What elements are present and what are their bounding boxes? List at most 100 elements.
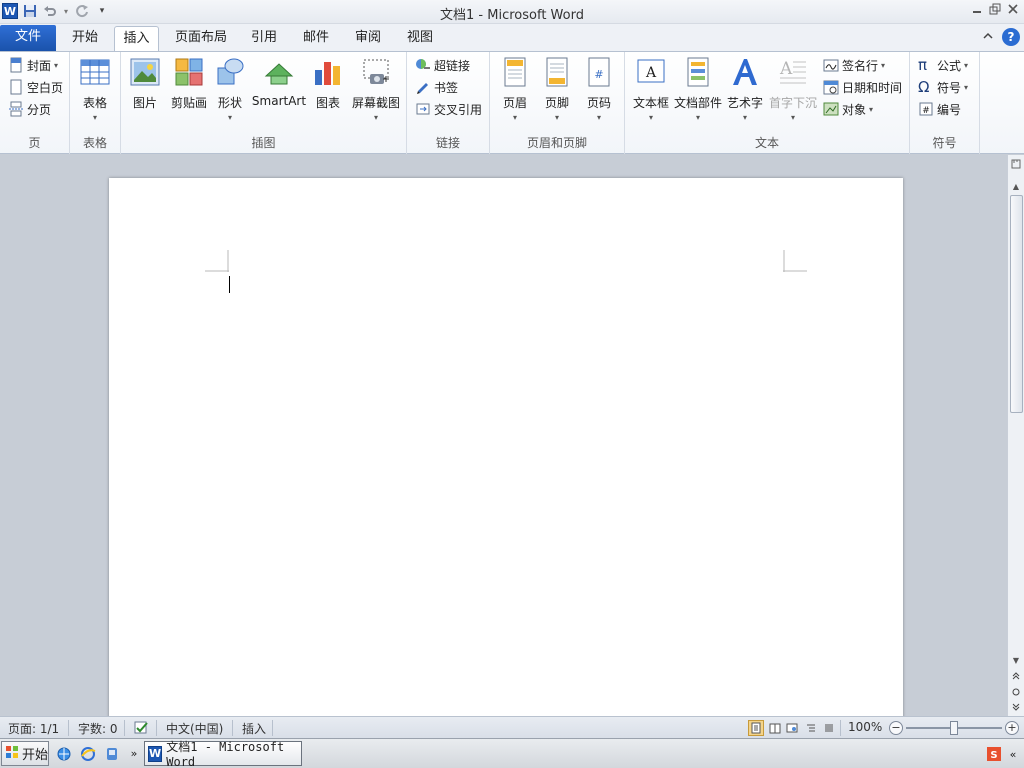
chevron-down-icon: ▾: [964, 60, 969, 70]
screenshot-button[interactable]: 屏幕截图 ▾: [350, 56, 402, 122]
drop-cap-button[interactable]: A 首字下沉 ▾: [768, 56, 818, 122]
chevron-down-icon: ▾: [512, 113, 517, 122]
minimize-icon[interactable]: [970, 2, 984, 16]
zoom-out-icon[interactable]: −: [889, 721, 903, 735]
tab-page-layout[interactable]: 页面布局: [168, 26, 234, 51]
language-indicator[interactable]: 中文(中国): [166, 720, 223, 737]
proofing-icon[interactable]: [133, 720, 149, 739]
tab-file[interactable]: 文件: [0, 25, 56, 51]
smartart-button[interactable]: SmartArt: [252, 56, 306, 108]
document-area: [0, 155, 1007, 716]
tab-view[interactable]: 视图: [400, 26, 440, 51]
ruler-toggle-icon[interactable]: [1008, 157, 1024, 171]
tabs-right-controls: ?: [982, 28, 1020, 46]
zoom-in-icon[interactable]: +: [1005, 721, 1019, 735]
quick-parts-button[interactable]: 文档部件 ▾: [673, 56, 723, 122]
scroll-thumb[interactable]: [1010, 195, 1023, 413]
word-app-icon: W: [148, 745, 163, 762]
crop-mark-top-left: [205, 250, 229, 272]
bookmark-button[interactable]: 书签: [415, 77, 458, 97]
cover-page-icon: [8, 57, 24, 73]
start-button[interactable]: 开始: [1, 741, 49, 766]
chevron-down-icon: ▾: [373, 113, 378, 122]
divider: [840, 720, 841, 736]
signature-line-button[interactable]: 签名行 ▾: [823, 55, 885, 75]
calendar-icon: [823, 79, 839, 95]
clipart-button[interactable]: 剪贴画: [169, 56, 209, 111]
table-icon: [79, 56, 111, 88]
header-icon: [499, 56, 531, 88]
divider: [272, 720, 273, 736]
divider: [68, 720, 69, 736]
quick-launch-ie-icon[interactable]: [79, 745, 97, 763]
word-count[interactable]: 字数: 0: [78, 720, 118, 737]
document-page[interactable]: [109, 178, 903, 716]
blank-page-button[interactable]: 空白页: [8, 77, 63, 97]
zoom-level[interactable]: 100%: [848, 720, 882, 734]
tray-expand-icon[interactable]: «: [1004, 745, 1022, 763]
textbox-button[interactable]: A 文本框 ▾: [631, 56, 671, 122]
object-button[interactable]: 对象 ▾: [823, 99, 873, 119]
symbol-button[interactable]: Ω 符号 ▾: [918, 77, 968, 97]
chevron-down-icon: ▾: [695, 113, 700, 122]
group-text: A 文本框 ▾ 文档部件 ▾ 艺术字 ▾ A 首字下沉 ▾ 签名行 ▾ 日期和时…: [625, 52, 910, 154]
insert-mode-indicator[interactable]: 插入: [242, 720, 266, 737]
next-page-icon[interactable]: [1008, 700, 1024, 714]
restore-icon[interactable]: [988, 2, 1002, 16]
equation-button[interactable]: π 公式 ▾: [918, 55, 968, 75]
picture-icon: [129, 56, 161, 88]
bookmark-icon: [415, 79, 431, 95]
picture-button[interactable]: 图片: [130, 56, 160, 111]
tab-references[interactable]: 引用: [244, 26, 284, 51]
vertical-scrollbar[interactable]: ▲ ▼: [1007, 155, 1024, 716]
browse-object-icon[interactable]: [1008, 685, 1024, 699]
more-quick-launch-icon[interactable]: »: [125, 744, 143, 762]
page-number-button[interactable]: # 页码 ▾: [584, 56, 614, 122]
text-cursor: [229, 276, 230, 293]
draft-view-icon[interactable]: [821, 720, 837, 736]
previous-page-icon[interactable]: [1008, 669, 1024, 683]
quick-launch-app-icon[interactable]: [103, 745, 121, 763]
close-icon[interactable]: [1006, 2, 1020, 16]
table-button[interactable]: 表格 ▾: [80, 56, 110, 122]
minimize-ribbon-icon[interactable]: [982, 31, 994, 44]
status-bar: 页面: 1/1 字数: 0 中文(中国) 插入 100% − +: [0, 716, 1024, 738]
footer-icon: [541, 56, 573, 88]
scroll-down-icon[interactable]: ▼: [1008, 653, 1024, 667]
tab-mailings[interactable]: 邮件: [296, 26, 336, 51]
tab-home[interactable]: 开始: [62, 26, 108, 51]
group-label-tables: 表格: [82, 136, 107, 150]
cross-reference-icon: [415, 101, 431, 117]
footer-button[interactable]: 页脚 ▾: [542, 56, 572, 122]
number-icon: #: [918, 101, 934, 117]
wordart-button[interactable]: 艺术字 ▾: [727, 56, 763, 122]
taskbar-word-item[interactable]: W 文档1 - Microsoft Word: [144, 740, 302, 768]
omega-icon: Ω: [918, 78, 930, 96]
chart-button[interactable]: 图表: [313, 56, 343, 111]
help-icon[interactable]: ?: [1002, 28, 1020, 46]
scroll-up-icon[interactable]: ▲: [1008, 179, 1024, 193]
date-time-button[interactable]: 日期和时间: [823, 77, 902, 97]
outline-view-icon[interactable]: [803, 720, 819, 736]
hyperlink-button[interactable]: 超链接: [415, 55, 470, 75]
svg-text:#: #: [922, 106, 930, 116]
page-break-button[interactable]: 分页: [8, 99, 51, 119]
page-count[interactable]: 页面: 1/1: [8, 720, 59, 737]
tab-insert[interactable]: 插入: [114, 26, 159, 51]
quick-launch-browser-icon[interactable]: [55, 745, 73, 763]
tab-review[interactable]: 审阅: [348, 26, 388, 51]
cross-reference-button[interactable]: 交叉引用: [415, 99, 482, 119]
input-method-icon[interactable]: S: [985, 745, 1003, 763]
chart-icon: [312, 56, 344, 88]
web-layout-icon[interactable]: [784, 720, 800, 736]
shapes-button[interactable]: 形状 ▾: [215, 56, 245, 122]
cover-page-button[interactable]: 封面 ▾: [8, 55, 58, 75]
zoom-slider-thumb[interactable]: [950, 721, 958, 735]
group-label-illustrations: 插图: [251, 136, 276, 150]
divider: [156, 720, 157, 736]
print-layout-view-icon[interactable]: [748, 720, 764, 736]
numbering-button[interactable]: # 编号: [918, 99, 961, 119]
header-button[interactable]: 页眉 ▾: [500, 56, 530, 122]
svg-text:#: #: [594, 68, 603, 81]
full-screen-reading-icon[interactable]: [767, 720, 783, 736]
